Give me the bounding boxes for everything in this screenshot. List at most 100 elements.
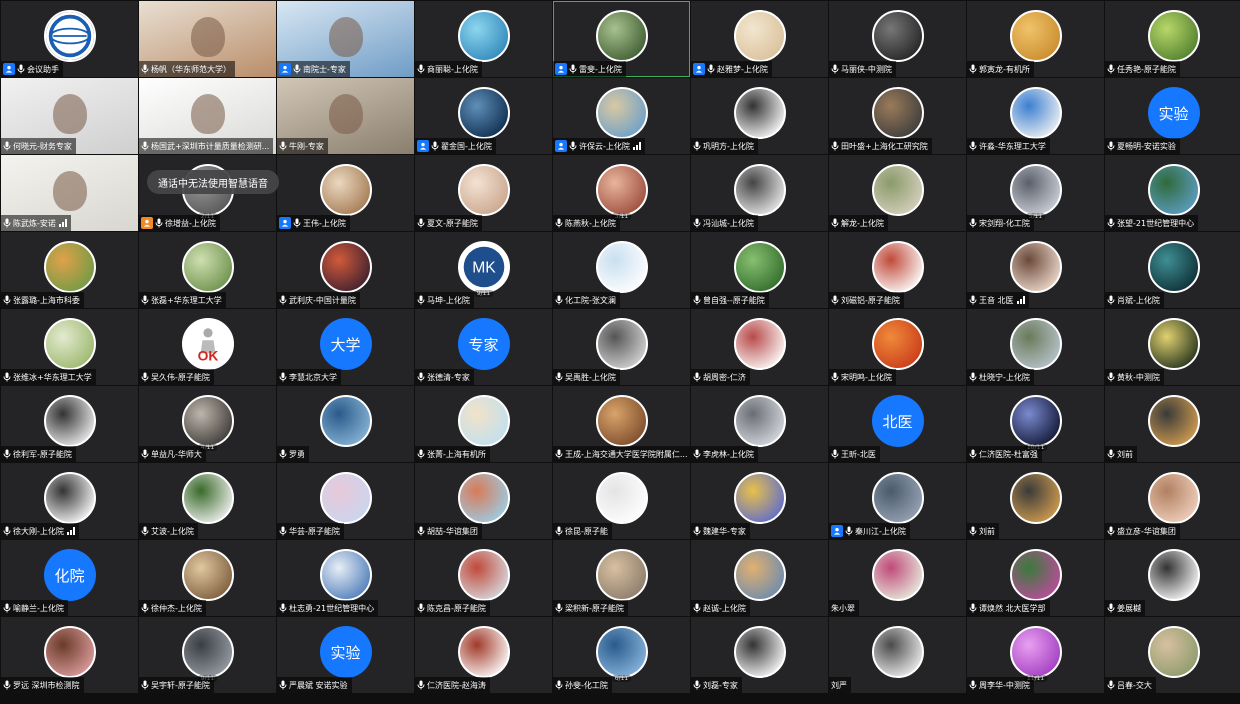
participant-tile[interactable]: 武利庆-中国计量院 [277,232,414,308]
participant-tile[interactable]: 化工院-张文澜 [553,232,690,308]
participant-tile[interactable]: 杨帆（华东师范大学） [139,1,276,77]
participant-tile[interactable]: 刘前 [1105,386,1240,462]
participant-tile[interactable]: 王成-上海交通大学医学院附属仁... [553,386,690,462]
participant-tile[interactable]: 陈武炼-安诺 [1,155,138,231]
mic-icon [417,218,425,228]
participant-name: 赵诚-上化院 [703,603,746,613]
participant-tile[interactable]: 谭焕然 北大医学部 [967,540,1104,616]
participant-name-bar: 杨国武+深圳市计量质量检测研... [139,138,274,154]
participant-tile[interactable]: 黄秋-中测院 [1105,309,1240,385]
participant-tile[interactable]: 实验 严晨斌 安诺实验 [277,617,414,693]
participant-tile[interactable]: 何晓元-财务专家 [1,78,138,154]
participant-tile[interactable]: 宋明鸣-上化院 [829,309,966,385]
participant-tile[interactable]: 刘严 [829,617,966,693]
participant-tile[interactable]: 许淼-华东理工大学 [967,78,1104,154]
participant-tile[interactable]: 田叶盛+上海化工研究院 [829,78,966,154]
participant-tile[interactable]: 杨国武+深圳市计量质量检测研... [139,78,276,154]
participant-tile[interactable]: 郭寅龙-有机所 [967,1,1104,77]
participant-tile[interactable]: 姜展樾 [1105,540,1240,616]
participant-tile[interactable]: 魏建华-专家 [691,463,828,539]
participant-tile[interactable]: 许保云-上化院 [553,78,690,154]
participant-tile[interactable]: 3/11 陈燕秋-上化院 [553,155,690,231]
participant-name: 徐增益-上化院 [165,218,216,228]
avatar [43,241,96,293]
participant-tile[interactable]: 胡喆-华谊集团 [415,463,552,539]
participant-tile[interactable]: 王音 北医 [967,232,1104,308]
mic-icon [969,526,977,536]
participant-tile[interactable]: 张菁-上海有机所 [415,386,552,462]
participant-tile[interactable]: 马丽侠-中测院 [829,1,966,77]
participant-tile[interactable]: 徐仲杰-上化院 [139,540,276,616]
host-user-icon [555,140,567,152]
participant-tile[interactable]: 赵雅梦-上化院 [691,1,828,77]
participant-tile[interactable]: 专家 张德清-专家 [415,309,552,385]
participant-tile[interactable]: 王伟-上化院 [277,155,414,231]
avatar [595,241,648,293]
participant-tile[interactable]: 5/11 宋剑翔-化工院 [967,155,1104,231]
participant-tile[interactable]: 华芸-原子能院 [277,463,414,539]
participant-tile[interactable]: 10/11仁济医院-杜富强 [967,386,1104,462]
participant-tile[interactable]: 刘磊-专家 [691,617,828,693]
participant-tile[interactable]: 11/11 周李华-中测院 [967,617,1104,693]
participant-tile[interactable]: 盛立彦-华谊集团 [1105,463,1240,539]
participant-tile[interactable]: 实验 夏畅明-安诺实验 [1105,78,1240,154]
participant-tile[interactable]: 刘磁铝-原子能院 [829,232,966,308]
participant-tile[interactable]: 徐大刚-上化院 [1,463,138,539]
participant-tile[interactable]: 杜志勇-21世纪管理中心 [277,540,414,616]
participant-name-bar: 赵雅梦-上化院 [691,61,772,77]
avatar [733,241,786,293]
participant-tile[interactable]: 吕春-交大 [1105,617,1240,693]
participant-tile[interactable]: 南院士-专家 [277,1,414,77]
participant-tile[interactable]: 秦川江-上化院 [829,463,966,539]
participant-tile[interactable]: 化院 喻静兰-上化院 [1,540,138,616]
svg-text:MK: MK [472,260,496,277]
participant-tile[interactable]: 大学 李慧北京大学 [277,309,414,385]
participant-tile[interactable]: 张露璐-上海市科委 [1,232,138,308]
participant-tile[interactable]: 罗勇 [277,386,414,462]
participant-tile[interactable]: 张维冰+华东理工大学 [1,309,138,385]
participant-tile[interactable]: 徐昆-原子能 [553,463,690,539]
participant-tile[interactable]: 艾波-上化院 [139,463,276,539]
participant-tile[interactable]: 会议助手 [1,1,138,77]
participant-name: 会议助手 [27,64,59,74]
participant-tile[interactable]: 北医 王昕-北医 [829,386,966,462]
participant-tile[interactable]: 吴禹胜-上化院 [553,309,690,385]
participant-tile[interactable]: 徐利军-原子能院 [1,386,138,462]
participant-tile[interactable]: 6/11 孙斐-化工院 [553,617,690,693]
participant-tile[interactable]: 杜晓宁-上化院 [967,309,1104,385]
participant-tile[interactable]: 冯汕城-上化院 [691,155,828,231]
participant-tile[interactable]: 4/11 单益凡-华师大 [139,386,276,462]
participant-tile[interactable]: 解龙-上化院 [829,155,966,231]
participant-tile[interactable]: 陈克昌-原子能院 [415,540,552,616]
participant-tile[interactable]: 张望-21世纪管理中心 [1105,155,1240,231]
participant-tile[interactable]: 张磊+华东理工大学 [139,232,276,308]
participant-name: 田叶盛+上海化工研究院 [841,141,928,151]
participant-tile[interactable]: 曾自强--原子能院 [691,232,828,308]
mic-icon [141,603,149,613]
participant-tile[interactable]: 仁济医院-赵海涛 [415,617,552,693]
participant-tile[interactable]: 夏文-原子能院 [415,155,552,231]
participant-tile[interactable]: 翟金国-上化院 [415,78,552,154]
participant-tile[interactable]: 刘前 [967,463,1104,539]
participant-tile[interactable]: 梁积新-原子能院 [553,540,690,616]
participant-tile[interactable]: 朱小翠 [829,540,966,616]
participant-tile[interactable]: 肖斌-上化院 [1105,232,1240,308]
participant-tile[interactable]: 罗远 深圳市检测院 [1,617,138,693]
participant-tile[interactable]: MK 9/11 马坤-上化院 [415,232,552,308]
participant-tile[interactable]: 赵诚-上化院 [691,540,828,616]
meeting-assistant-logo [43,10,96,62]
participant-tile[interactable]: OK 吴久伟-原子能院 [139,309,276,385]
participant-tile[interactable]: 9/11吴宇轩-原子能院 [139,617,276,693]
participant-tile[interactable]: 任秀艳-原子能院 [1105,1,1240,77]
mic-icon [569,141,577,151]
participant-tile[interactable]: 李虎林-上化院 [691,386,828,462]
participant-tile[interactable]: 胡周密-仁济 [691,309,828,385]
participant-name-bar: 解龙-上化院 [829,215,888,231]
avatar-label: 大学 [330,335,361,354]
participant-tile[interactable]: 巩明方-上化院 [691,78,828,154]
participant-name: 徐利军-原子能院 [13,449,72,459]
participant-tile[interactable]: 商丽聪-上化院 [415,1,552,77]
participant-tile[interactable]: 牛刚-专家 [277,78,414,154]
participant-tile[interactable]: 雷斐-上化院 [553,1,690,77]
avatar [1009,10,1062,62]
